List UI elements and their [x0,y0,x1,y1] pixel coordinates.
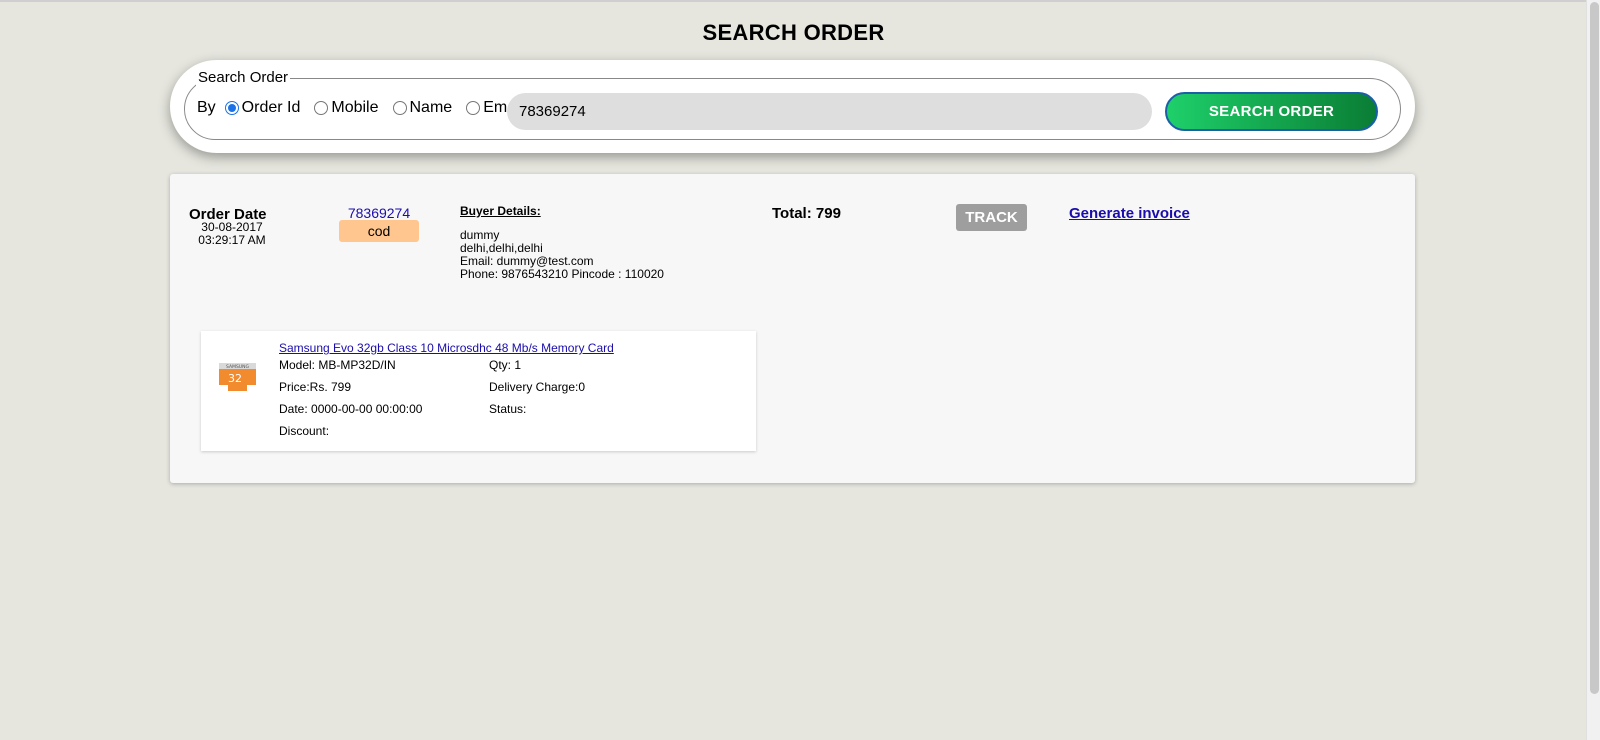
radio-order-id-button[interactable] [224,101,239,115]
product-status: Status: [489,402,527,416]
radio-order-id[interactable]: Order Id [224,99,301,117]
product-card: SAMSUNG 32 Samsung Evo 32gb Class 10 Mic… [201,331,756,451]
order-time: 03:29:17 AM [198,233,266,247]
buyer-phone: Phone: 9876543210 Pincode : 110020 [460,267,664,281]
track-button[interactable]: TRACK [956,204,1027,231]
radio-mobile[interactable]: Mobile [314,99,379,117]
product-delivery-charge: Delivery Charge:0 [489,380,586,394]
buyer-details: dummy delhi,delhi,delhi Email: dummy@tes… [460,229,664,281]
search-by-options: By Order Id Mobile Name Email [197,99,537,117]
radio-name[interactable]: Name [392,99,453,117]
order-id: 78369274 [347,205,411,221]
product-name-link[interactable]: Samsung Evo 32gb Class 10 Microsdhc 48 M… [279,341,614,355]
thumb-capacity: 32 [228,372,242,385]
vertical-scrollbar[interactable] [1586,0,1600,740]
radio-email-button[interactable] [466,101,481,115]
product-date: Date: 0000-00-00 00:00:00 [279,402,423,416]
order-date-value: 30-08-2017 03:29:17 AM [190,221,274,247]
payment-method-badge: cod [339,220,419,242]
top-border [0,0,1587,2]
radio-mobile-label[interactable]: Mobile [331,99,378,117]
memory-card-thumbnail: SAMSUNG 32 [219,363,256,391]
page-title: SEARCH ORDER [702,20,885,45]
radio-order-id-label[interactable]: Order Id [242,99,301,117]
buyer-details-title: Buyer Details: [460,204,541,218]
order-total: Total: 799 [772,205,841,222]
radio-name-button[interactable] [392,101,407,115]
product-discount: Discount: [279,424,330,438]
product-model: Model: MB-MP32D/IN [279,358,396,372]
radio-name-label[interactable]: Name [410,99,453,117]
search-legend: Search Order [196,69,291,86]
search-fieldset: Search Order By Order Id Mobile Name Ema… [184,69,1401,140]
radio-mobile-button[interactable] [314,101,329,115]
search-by-label: By [197,99,216,116]
search-input[interactable] [507,93,1152,130]
product-price: Price:Rs. 799 [279,380,352,394]
thumb-brand: SAMSUNG [226,364,249,370]
search-panel: Search Order By Order Id Mobile Name Ema… [170,60,1415,153]
scrollbar-thumb[interactable] [1590,2,1599,694]
search-order-button[interactable]: SEARCH ORDER [1165,92,1378,131]
generate-invoice-link[interactable]: Generate invoice [1069,205,1190,222]
product-qty: Qty: 1 [489,358,522,372]
order-card: Order Date 30-08-2017 03:29:17 AM 783692… [170,174,1415,483]
